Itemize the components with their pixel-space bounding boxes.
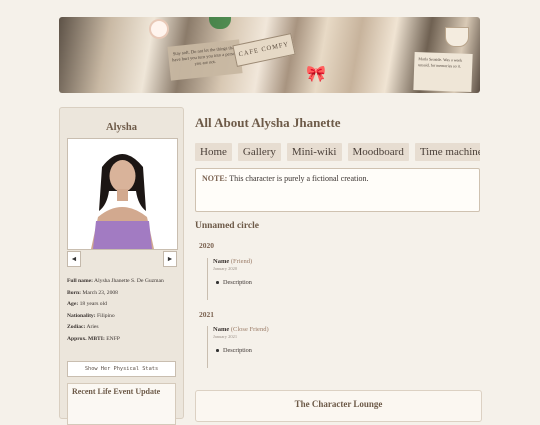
stat-mbti: Approx. MBTI: ENFP (67, 335, 120, 342)
prev-photo-button[interactable]: ◄ (67, 251, 81, 267)
tab-moodboard[interactable]: Moodboard (347, 143, 409, 161)
relation-entry: Name (Close Friend) January 2021 Descrip… (207, 326, 269, 368)
entry-date: January 2021 (213, 334, 238, 339)
entry-date: January 2020 (213, 266, 238, 271)
relation-entry: Name (Friend) January 2020 Description (207, 258, 252, 300)
cafe-sign: CAFE COMFY (232, 33, 296, 67)
tab-gallery[interactable]: Gallery (237, 143, 281, 161)
recent-event-box: Recent Life Event Update (67, 383, 176, 425)
quote-sticker: Stay soft. Do not let the things that ha… (167, 39, 243, 81)
profile-photo (67, 138, 178, 250)
year-heading: 2020 (199, 241, 214, 250)
entry-relation: (Close Friend) (230, 326, 269, 333)
tab-time-machine[interactable]: Time machine (414, 143, 480, 161)
cup-icon (445, 27, 469, 47)
flower-icon (151, 21, 167, 37)
entry-description: Description (213, 279, 252, 286)
header-banner: Stay soft. Do not let the things that ha… (59, 17, 480, 93)
note-text: This character is purely a fictional cre… (229, 174, 369, 183)
lounge-title: The Character Lounge (294, 399, 383, 409)
year-heading: 2021 (199, 310, 214, 319)
bow-icon: 🎀 (306, 66, 326, 83)
plant-icon (209, 17, 231, 29)
stat-full-name: Full name: Alysha Jhanette S. De Guzman (67, 278, 164, 284)
stat-age: Age: 18 years old (67, 301, 107, 308)
next-photo-button[interactable]: ► (163, 251, 177, 267)
note-label: NOTE: (202, 174, 228, 183)
entry-name: Name (213, 258, 230, 265)
show-physical-stats-button[interactable]: Show Her Physical Stats (67, 361, 176, 377)
entry-name: Name (213, 326, 230, 333)
character-name: Alysha (106, 122, 137, 133)
entry-description: Description (213, 347, 269, 354)
note-box: NOTE: This character is purely a fiction… (195, 168, 480, 212)
recent-event-title: Recent Life Event Update (72, 387, 161, 396)
profile-sidebar: Alysha ◄ ► Full name: Alysha Jhanette S.… (59, 107, 184, 425)
stats-list: Full name: Alysha Jhanette S. De Guzman … (67, 277, 179, 347)
stat-nationality: Nationality: Filipino (67, 312, 115, 319)
circle-title: Unnamed circle (195, 221, 259, 231)
stat-born: Born: March 23, 2008 (67, 289, 118, 296)
tab-mini-wiki[interactable]: Mini-wiki (286, 143, 342, 161)
tab-bar: Home Gallery Mini-wiki Moodboard Time machin… (195, 142, 480, 162)
note-card: Marla Seaside. Was a week unsaid, for me… (413, 51, 473, 93)
stat-zodiac: Zodiac: Aries (67, 324, 99, 331)
character-lounge-box: The Character Lounge (195, 390, 482, 422)
entry-relation: (Friend) (230, 258, 253, 265)
tab-home[interactable]: Home (195, 143, 232, 161)
page-title: All About Alysha Jhanette (195, 115, 341, 130)
